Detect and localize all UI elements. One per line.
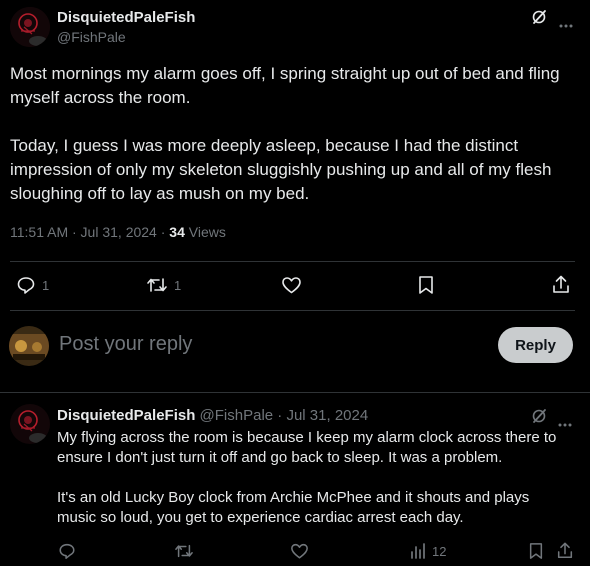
reply-text-line: It's an old Lucky Boy clock from Archie … (57, 489, 530, 506)
reply-repost-icon[interactable] (174, 542, 194, 565)
reply-input[interactable]: Post your reply (59, 333, 192, 356)
post-text-line: Today, I guess I was more deeply asleep,… (10, 136, 519, 155)
author-handle[interactable]: @FishPale (57, 29, 126, 45)
share-icon[interactable] (551, 274, 571, 300)
reply-text-line: My flying across the room is because I k… (57, 429, 557, 446)
author-avatar[interactable] (10, 7, 50, 47)
divider (0, 392, 590, 393)
reply-action[interactable]: 1 (16, 275, 49, 295)
reply-reply-icon[interactable] (58, 542, 76, 565)
bookmark-icon[interactable] (417, 275, 435, 300)
reply-views-count: 12 (432, 543, 447, 559)
post-meta: 11:51 AM · Jul 31, 2024 · 34 Views (10, 224, 226, 240)
reply-views-action[interactable]: 12 (410, 543, 446, 559)
reply-icon (17, 277, 35, 294)
post-text-line: impression of only my skeleton sluggishl… (10, 160, 552, 179)
views-icon (411, 543, 425, 559)
reply-text-line: music so loud, you get to experience car… (57, 509, 464, 526)
reply-meta[interactable]: @FishPale · Jul 31, 2024 (200, 407, 369, 424)
reply-share-icon[interactable] (556, 541, 574, 565)
reply-like-icon[interactable] (290, 542, 309, 565)
views-count: 34 (169, 224, 185, 240)
user-avatar[interactable] (9, 326, 49, 366)
reply-text-line: ensure I don't just turn it off and go b… (57, 449, 503, 466)
divider (10, 310, 575, 311)
grok-icon[interactable] (531, 9, 547, 30)
repost-count: 1 (174, 277, 182, 293)
reply-bookmark-icon[interactable] (528, 542, 544, 565)
reply-grok-icon[interactable] (531, 408, 547, 429)
reply-button[interactable]: Reply (498, 327, 573, 363)
divider (10, 261, 575, 262)
reply-count: 1 (42, 277, 50, 293)
repost-action[interactable]: 1 (146, 275, 181, 295)
post-text-line: Most mornings my alarm goes off, I sprin… (10, 64, 560, 83)
more-options-icon[interactable] (559, 15, 573, 33)
views-label: Views (188, 224, 226, 240)
author-name[interactable]: DisquietedPaleFish (57, 9, 195, 26)
like-icon[interactable] (281, 275, 302, 300)
reply-text: My flying across the room is because I k… (57, 428, 587, 528)
post-text-line: sloughing off to lay as mush on my bed. (10, 184, 310, 203)
repost-icon (147, 278, 167, 292)
reply-author-avatar[interactable] (10, 404, 50, 444)
post-text: Most mornings my alarm goes off, I sprin… (10, 62, 585, 206)
reply-header: DisquietedPaleFish @FishPale · Jul 31, 2… (57, 407, 368, 424)
reply-author-name[interactable]: DisquietedPaleFish (57, 407, 195, 424)
post-timestamp[interactable]: 11:51 AM · Jul 31, 2024 · (10, 224, 165, 240)
post-text-line: myself across the room. (10, 88, 191, 107)
